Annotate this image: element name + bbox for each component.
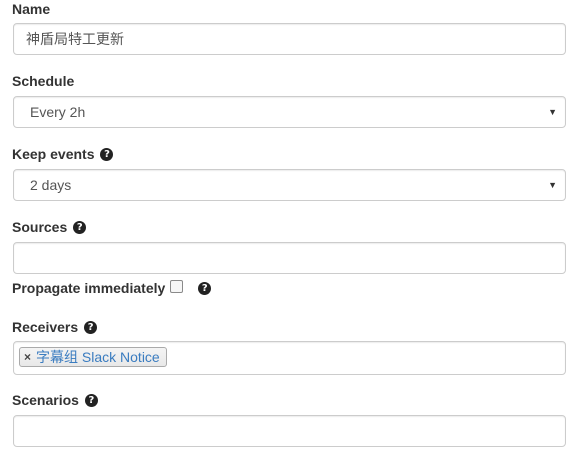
- keep-events-select-value: 2 days: [30, 177, 72, 193]
- scenarios-label: Scenarios ?: [12, 391, 98, 409]
- propagate-checkbox[interactable]: [170, 279, 184, 293]
- sources-label-text: Sources: [12, 219, 68, 235]
- keep-events-select[interactable]: 2 days ▼: [13, 169, 566, 201]
- schedule-select-value: Every 2h: [30, 104, 86, 120]
- receiver-tag-label: 字幕组 Slack Notice: [36, 349, 160, 365]
- help-icon[interactable]: ?: [198, 281, 212, 295]
- propagate-label: Propagate immediately ?: [12, 279, 212, 297]
- name-label: Name: [12, 0, 50, 18]
- keep-events-label-text: Keep events: [12, 146, 95, 162]
- name-label-text: Name: [12, 1, 51, 17]
- caret-down-icon: ▼: [548, 180, 557, 190]
- keep-events-label: Keep events ?: [12, 145, 114, 163]
- receivers-label-text: Receivers: [12, 319, 79, 335]
- name-input[interactable]: 神盾局特工更新: [13, 23, 566, 55]
- receiver-tag: × 字幕组 Slack Notice: [19, 347, 167, 367]
- sources-label: Sources ?: [12, 218, 87, 236]
- schedule-label: Schedule: [12, 72, 74, 90]
- propagate-label-text: Propagate immediately: [12, 280, 166, 296]
- name-input-value: 神盾局特工更新: [26, 31, 124, 47]
- sources-input[interactable]: [13, 242, 566, 274]
- help-icon[interactable]: ?: [84, 320, 98, 334]
- schedule-label-text: Schedule: [12, 73, 75, 89]
- help-icon[interactable]: ?: [100, 147, 114, 161]
- receivers-multiselect[interactable]: × 字幕组 Slack Notice: [13, 341, 566, 375]
- schedule-select[interactable]: Every 2h ▼: [13, 96, 566, 128]
- receivers-label: Receivers ?: [12, 318, 98, 336]
- scenarios-input[interactable]: [13, 415, 566, 447]
- remove-tag-icon[interactable]: ×: [24, 350, 31, 364]
- help-icon[interactable]: ?: [73, 220, 87, 234]
- caret-down-icon: ▼: [548, 107, 557, 117]
- help-icon[interactable]: ?: [84, 393, 98, 407]
- scenarios-label-text: Scenarios: [12, 392, 79, 408]
